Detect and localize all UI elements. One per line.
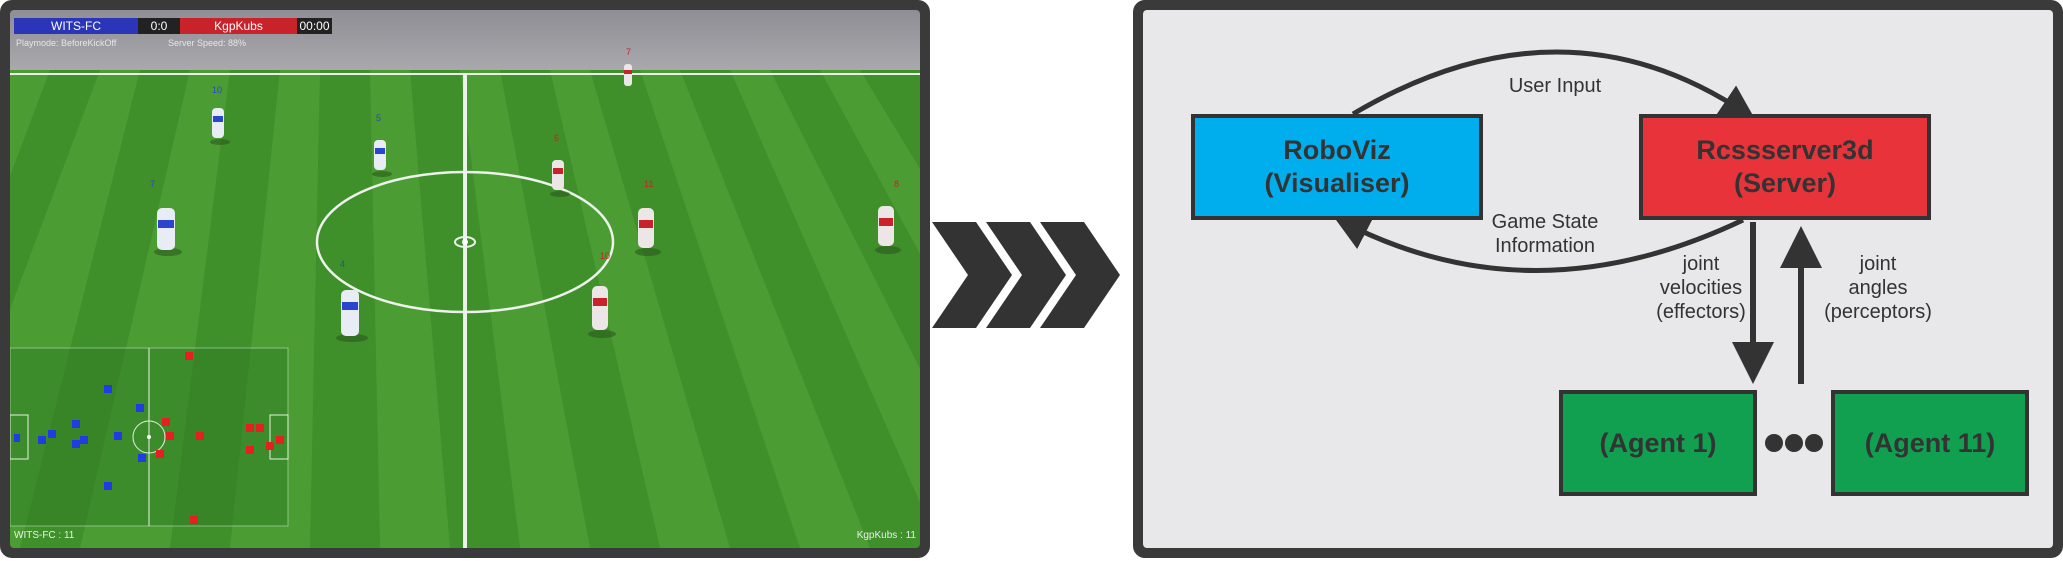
right-team-count: KgpKubs : 11	[856, 530, 916, 541]
joint-angles-label: joint angles (perceptors)	[1813, 252, 1943, 324]
rcssserver3d-server-box: Rcssserver3d (Server)	[1639, 114, 1931, 220]
playmode-status: Playmode: BeforeKickOff	[16, 38, 117, 48]
player-number-tag: 7	[626, 47, 632, 57]
game-state-line-2: Information	[1494, 235, 1596, 257]
agent-last-box: (Agent 11)	[1831, 390, 2029, 496]
game-state-line-1: Game State	[1491, 211, 1599, 233]
player-number-tag: 5	[376, 113, 382, 123]
game-state-label: Game State Information	[1465, 210, 1625, 258]
server-title: Rcssserver3d	[1696, 135, 1874, 165]
agent-last-label: (Agent 11)	[1864, 427, 1996, 458]
player-number-tag: 10	[600, 251, 611, 261]
chevron-arrows-icon	[932, 222, 1120, 328]
angles-line-3: (perceptors)	[1824, 301, 1932, 323]
scoreboard: WITS-FC 0:0 KgpKubs 00:00	[14, 18, 332, 34]
agent-first-label: (Agent 1)	[1599, 427, 1717, 458]
game-clock: 00:00	[297, 18, 332, 34]
minimap	[10, 347, 289, 527]
score: 0:0	[138, 18, 180, 34]
server-speed-status: Server Speed: 88%	[168, 38, 247, 48]
angles-line-1: joint	[1859, 253, 1897, 275]
player-number-tag: 8	[894, 179, 900, 189]
agent-first-box: (Agent 1)	[1559, 390, 1757, 496]
diagram-canvas: RoboViz (Visualiser) Rcssserver3d (Server)…	[1143, 10, 2053, 548]
roboviz-title: RoboViz	[1283, 135, 1391, 165]
player-number-tag: 6	[554, 133, 560, 143]
pitch-render	[10, 10, 920, 548]
simulator-screenshot-panel: WITS-FC 0:0 KgpKubs 00:00 Playmode: Befo…	[0, 0, 930, 558]
roboviz-visualiser-box: RoboViz (Visualiser)	[1191, 114, 1483, 220]
angles-line-2: angles	[1848, 277, 1908, 299]
player-number-tag: 7	[150, 179, 156, 189]
velocities-line-3: (effectors)	[1656, 301, 1746, 323]
architecture-diagram-panel: RoboViz (Visualiser) Rcssserver3d (Server)…	[1133, 0, 2063, 558]
velocities-line-1: joint	[1682, 253, 1720, 275]
left-team-count: WITS-FC : 11	[14, 530, 75, 541]
right-team-name: KgpKubs	[180, 18, 297, 34]
server-subtitle: (Server)	[1733, 168, 1837, 198]
user-input-label: User Input	[1508, 75, 1602, 97]
player-number-tag: 4	[340, 259, 346, 269]
player-number-tag: 10	[212, 85, 223, 95]
player-number-tag: 11	[644, 179, 654, 189]
ball	[462, 239, 468, 245]
joint-velocities-label: joint velocities (effectors)	[1641, 252, 1761, 324]
velocities-line-2: velocities	[1659, 277, 1743, 299]
ellipsis-dots	[1765, 434, 1823, 452]
roboviz-subtitle: (Visualiser)	[1264, 168, 1410, 198]
simulator-view: WITS-FC 0:0 KgpKubs 00:00 Playmode: Befo…	[10, 10, 920, 548]
left-team-name: WITS-FC	[14, 18, 138, 34]
